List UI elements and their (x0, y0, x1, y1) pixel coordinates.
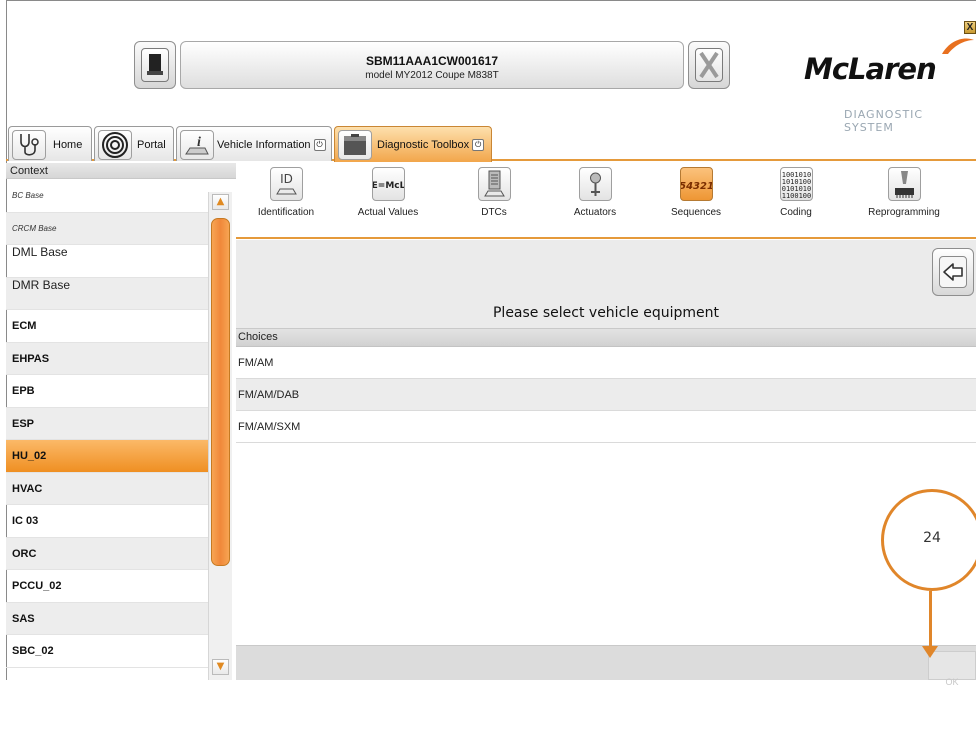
context-scrollbar[interactable]: ▲ ▼ (208, 192, 232, 680)
context-item-dml-base[interactable]: DML Base (6, 245, 208, 278)
logo-swoosh-icon (942, 38, 974, 54)
window-close-button[interactable]: X (964, 21, 976, 34)
context-item-sas[interactable]: SAS (6, 602, 208, 635)
disconnect-button[interactable] (688, 41, 730, 89)
tool-reprogramming[interactable]: Reprogramming (854, 167, 954, 218)
info-car-icon: i (180, 130, 214, 160)
id-car-icon: ID (269, 167, 303, 201)
context-item-esp[interactable]: ESP (6, 407, 208, 440)
chip-icon (887, 167, 921, 201)
emcl-icon: E=McL (371, 167, 405, 201)
tool-dtcs-label: DTCs (481, 207, 507, 218)
choice-row[interactable]: FM/AM/DAB (236, 379, 976, 411)
model-text: model MY2012 Coupe M838T (365, 70, 499, 81)
context-item-hu02-selected[interactable]: HU_02 (6, 440, 208, 473)
sequence-icon: 54321 (679, 167, 713, 201)
tab-vehicle-information[interactable]: i Vehicle Information ⏻ (176, 126, 332, 161)
tool-coding-label: Coding (780, 207, 812, 218)
scroll-down-arrow-icon[interactable]: ▼ (212, 659, 229, 675)
tool-actual-values[interactable]: E=McL Actual Values (338, 167, 438, 218)
tab-diagnostic-toolbox[interactable]: Diagnostic Toolbox ⏻ (334, 126, 492, 162)
vin-text: SBM11AAA1CW001617 (365, 54, 499, 68)
context-item-ehpas[interactable]: EHPAS (6, 342, 208, 375)
tool-reprogramming-label: Reprogramming (868, 207, 940, 218)
svg-text:1100100: 1100100 (781, 192, 811, 200)
callout-number: 24 (923, 530, 941, 546)
actuator-icon (578, 167, 612, 201)
svg-text:54321: 54321 (681, 181, 712, 192)
x-icon (695, 48, 723, 82)
context-item-ic03[interactable]: IC 03 (6, 505, 208, 538)
choice-row[interactable]: FM/AM (236, 347, 976, 379)
tab-diagnostic-toolbox-label: Diagnostic Toolbox ⏻ (377, 139, 485, 152)
power-icon: ⏻ (472, 139, 485, 152)
tool-actuators[interactable]: Actuators (545, 167, 645, 218)
svg-text:E=McL: E=McL (373, 181, 404, 191)
document-car-icon (477, 167, 511, 201)
context-item-dmr-base[interactable]: DMR Base (6, 277, 208, 310)
scroll-up-arrow-icon[interactable]: ▲ (212, 194, 229, 210)
back-arrow-icon (939, 256, 967, 288)
choices-header: Choices (236, 329, 976, 347)
context-item-ecm[interactable]: ECM (6, 310, 208, 343)
tool-actual-values-label: Actual Values (357, 207, 419, 218)
mclaren-logo: McLaren (804, 52, 937, 86)
tab-portal[interactable]: Portal (94, 126, 174, 161)
prompt-text: Please select vehicle equipment (492, 305, 719, 321)
context-item-crcm-base[interactable]: CRCM Base (6, 212, 208, 245)
device-icon (141, 48, 169, 82)
binary-code-icon: 1001010 1010100 0101010 1100100 (779, 167, 813, 201)
svg-text:i: i (197, 135, 201, 150)
tool-coding[interactable]: 1001010 1010100 0101010 1100100 Coding (746, 167, 846, 218)
back-button[interactable] (932, 248, 974, 296)
tab-home[interactable]: Home (8, 126, 92, 161)
tool-identification[interactable]: ID Identification (236, 167, 336, 218)
scroll-thumb[interactable] (211, 218, 230, 566)
vehicle-banner: SBM11AAA1CW001617 model MY2012 Coupe M83… (180, 41, 684, 89)
footer-bar (236, 645, 976, 680)
tab-portal-label: Portal (137, 139, 166, 151)
context-item-bc-base[interactable]: BC Base (6, 180, 208, 213)
tool-sequences[interactable]: 54321 Sequences (646, 167, 746, 218)
tool-actuators-label: Actuators (573, 207, 617, 218)
context-item-orc[interactable]: ORC (6, 537, 208, 570)
tab-vehicle-information-label: Vehicle Information ⏻ (217, 139, 326, 152)
stethoscope-icon (12, 130, 46, 160)
svg-text:ID: ID (280, 172, 293, 186)
context-item-sbc02[interactable]: SBC_02 (6, 635, 208, 668)
spiral-icon (98, 130, 132, 160)
callout-arrow-icon (922, 646, 938, 658)
context-item-pccu02[interactable]: PCCU_02 (6, 570, 208, 603)
choice-row[interactable]: FM/AM/SXM (236, 411, 976, 443)
context-list: BC Base CRCM Base DML Base DMR Base ECM … (6, 180, 208, 668)
tool-dtcs[interactable]: DTCs (444, 167, 544, 218)
tool-sequences-label: Sequences (670, 207, 722, 218)
tab-home-label: Home (53, 139, 83, 151)
context-item-epb[interactable]: EPB (6, 375, 208, 408)
context-item-hvac[interactable]: HVAC (6, 472, 208, 505)
device-button[interactable] (134, 41, 176, 89)
callout-line (929, 591, 932, 647)
toolbox-icon (338, 130, 372, 160)
context-header: Context (6, 163, 236, 179)
tool-identification-label: Identification (257, 207, 315, 218)
power-icon: ⏻ (313, 139, 326, 152)
